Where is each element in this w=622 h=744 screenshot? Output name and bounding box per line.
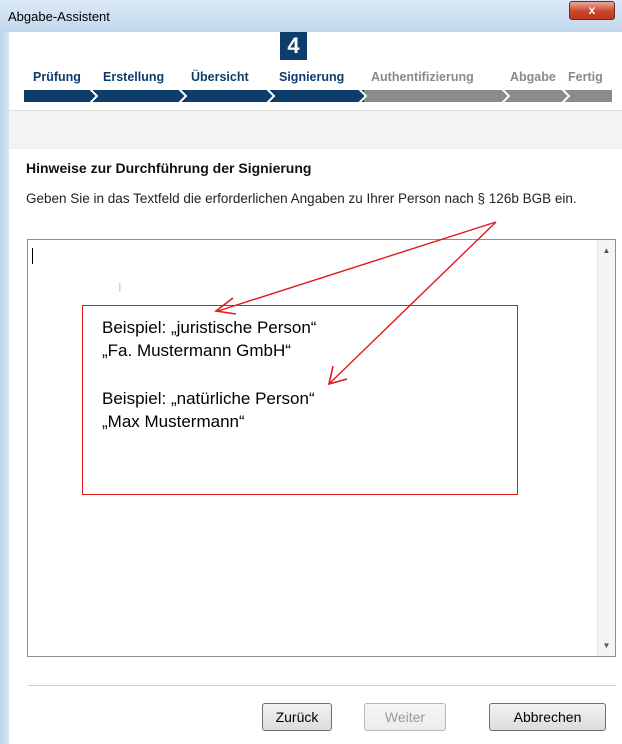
textarea-scrollbar[interactable]: ▲ ▼ — [597, 240, 615, 656]
header-separator — [9, 110, 622, 149]
step-pruefung: Prüfung — [33, 70, 81, 84]
cancel-button[interactable]: Abbrechen — [489, 703, 606, 731]
text-caret — [32, 248, 33, 264]
step-abgabe: Abgabe — [510, 70, 556, 84]
instruction-text: Geben Sie in das Textfeld die erforderli… — [26, 191, 577, 206]
ibeam-cursor-icon: I — [118, 280, 122, 295]
close-button[interactable]: x — [569, 1, 615, 20]
step-uebersicht: Übersicht — [191, 70, 249, 84]
close-icon: x — [588, 3, 596, 17]
title-bar: Abgabe-Assistent x — [0, 0, 622, 33]
example-legal-person-value: „Fa. Mustermann GmbH“ — [102, 341, 291, 360]
step-authentifizierung: Authentifizierung — [371, 70, 474, 84]
window-title: Abgabe-Assistent — [8, 9, 110, 24]
current-step-number: 4 — [280, 32, 307, 60]
back-button[interactable]: Zurück — [262, 703, 332, 731]
section-heading: Hinweise zur Durchführung der Signierung — [26, 160, 312, 176]
step-fertig: Fertig — [568, 70, 603, 84]
wizard-progress-bar — [24, 89, 612, 103]
scroll-down-icon[interactable]: ▼ — [598, 637, 615, 654]
next-button[interactable]: Weiter — [364, 703, 446, 731]
window-frame-left — [0, 32, 9, 744]
scroll-up-icon[interactable]: ▲ — [598, 242, 615, 259]
example-legal-person-label: Beispiel: „juristische Person“ — [102, 318, 317, 337]
example-natural-person-label: Beispiel: „natürliche Person“ — [102, 389, 315, 408]
step-signierung: Signierung — [279, 70, 345, 84]
footer-separator — [28, 685, 616, 686]
example-annotation-box: Beispiel: „juristische Person“ „Fa. Must… — [82, 305, 518, 495]
step-erstellung: Erstellung — [103, 70, 165, 84]
example-natural-person-value: „Max Mustermann“ — [102, 412, 245, 431]
